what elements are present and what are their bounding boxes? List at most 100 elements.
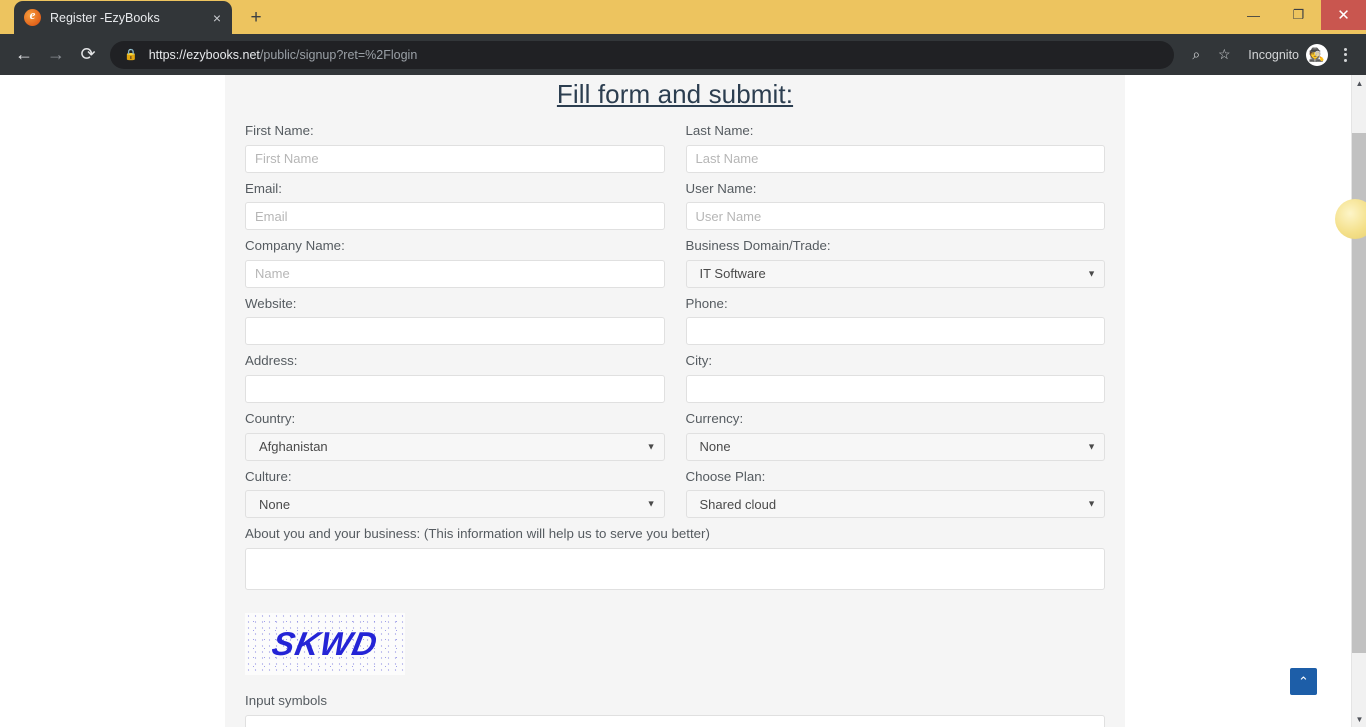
currency-select[interactable]: None ▼ bbox=[685, 432, 1105, 461]
form-row-email: Email: User Name: bbox=[245, 181, 1105, 239]
country-label: Country: bbox=[245, 411, 296, 427]
form-row-company: Company Name: Business Domain/Trade: IT … bbox=[245, 238, 1105, 296]
minimize-window-button[interactable]: — bbox=[1231, 0, 1276, 30]
toolbar-right-cluster: ⌕ ☆ Incognito 🕵 bbox=[1182, 41, 1358, 69]
reload-icon[interactable]: ⟳ bbox=[72, 39, 104, 71]
incognito-label: Incognito bbox=[1248, 47, 1299, 62]
form-row-country: Country: Afghanistan ▼ Currency: None ▼ bbox=[245, 411, 1105, 469]
browser-tab[interactable]: Register -EzyBooks × bbox=[14, 1, 232, 34]
about-label: About you and your business: (This infor… bbox=[245, 526, 710, 542]
last-name-label: Last Name: bbox=[685, 123, 754, 138]
chevron-down-icon: ▼ bbox=[1087, 498, 1096, 509]
url-origin: https://ezybooks.net bbox=[148, 47, 260, 62]
field-email: Email: bbox=[245, 181, 665, 231]
maximize-window-button[interactable]: ❐ bbox=[1276, 0, 1321, 30]
url-path: /public/signup?ret=%2Flogin bbox=[259, 47, 418, 62]
form-row-name: First Name: Last Name: bbox=[245, 123, 1105, 181]
chevron-down-icon: ▼ bbox=[646, 441, 656, 452]
field-symbols: Input symbols bbox=[245, 693, 1105, 727]
field-first-name: First Name: bbox=[245, 123, 665, 173]
currency-label: Currency: bbox=[685, 411, 744, 427]
close-tab-icon[interactable]: × bbox=[208, 9, 226, 27]
plan-label: Choose Plan: bbox=[685, 468, 766, 484]
field-plan: Choose Plan: Shared cloud ▼ bbox=[685, 468, 1105, 519]
scroll-down-arrow-icon[interactable]: ▼ bbox=[1352, 711, 1366, 727]
last-name-input[interactable] bbox=[685, 144, 1105, 173]
signup-form: First Name: Last Name: Email: bbox=[225, 110, 1125, 727]
page-viewport: Fill form and submit: First Name: Last N… bbox=[0, 75, 1366, 727]
about-textarea[interactable] bbox=[245, 547, 1105, 590]
website-input[interactable] bbox=[245, 317, 665, 346]
chevron-down-icon: ▼ bbox=[646, 498, 656, 509]
field-currency: Currency: None ▼ bbox=[685, 411, 1105, 461]
scroll-to-top-button[interactable]: ⌃ bbox=[1290, 668, 1317, 695]
window-controls: — ❐ ✕ bbox=[1231, 0, 1366, 30]
form-row-culture: Culture: None ▼ Choose Plan: Shared clou… bbox=[245, 469, 1105, 527]
field-business-domain: Business Domain/Trade: IT Software ▼ bbox=[685, 238, 1105, 288]
symbols-input[interactable] bbox=[245, 715, 1105, 727]
culture-value: None bbox=[259, 496, 291, 512]
culture-label: Culture: bbox=[245, 468, 292, 484]
scroll-up-arrow-icon[interactable]: ▲ bbox=[1352, 75, 1366, 91]
tab-title: Register -EzyBooks bbox=[50, 10, 160, 25]
currency-value: None bbox=[699, 439, 731, 455]
phone-input[interactable] bbox=[685, 317, 1105, 346]
close-window-button[interactable]: ✕ bbox=[1321, 0, 1366, 30]
first-name-input[interactable] bbox=[245, 144, 665, 173]
phone-label: Phone: bbox=[685, 295, 728, 311]
website-label: Website: bbox=[245, 295, 297, 311]
lock-icon: 🔒 bbox=[124, 49, 138, 61]
search-icon[interactable]: ⌕ bbox=[1182, 41, 1210, 69]
business-domain-value: IT Software bbox=[699, 266, 766, 282]
captcha-text: SKWD bbox=[269, 624, 382, 662]
browser-toolbar: ← → ⟳ 🔒 https://ezybooks.net/public/sign… bbox=[0, 34, 1366, 75]
field-culture: Culture: None ▼ bbox=[245, 469, 665, 519]
field-city: City: bbox=[685, 353, 1105, 404]
form-row-address: Address: City: bbox=[245, 353, 1105, 411]
user-name-input[interactable] bbox=[685, 202, 1105, 231]
country-select[interactable]: Afghanistan ▼ bbox=[245, 432, 665, 461]
field-address: Address: bbox=[245, 353, 665, 404]
city-input[interactable] bbox=[685, 375, 1105, 404]
email-label: Email: bbox=[245, 180, 282, 196]
symbols-label: Input symbols bbox=[245, 692, 328, 708]
company-name-label: Company Name: bbox=[245, 238, 345, 254]
first-name-label: First Name: bbox=[245, 123, 314, 138]
form-row-website: Website: Phone: bbox=[245, 296, 1105, 354]
country-value: Afghanistan bbox=[259, 439, 328, 455]
captcha-block: SKWD bbox=[245, 612, 1105, 675]
email-input[interactable] bbox=[245, 202, 665, 231]
tab-strip: Register -EzyBooks × + — ❐ ✕ bbox=[0, 0, 1366, 34]
address-label: Address: bbox=[245, 353, 298, 369]
ezybooks-favicon-icon bbox=[24, 7, 41, 26]
field-website: Website: bbox=[245, 296, 665, 346]
company-name-input[interactable] bbox=[245, 259, 665, 288]
culture-select[interactable]: None ▼ bbox=[245, 490, 665, 519]
chevron-down-icon: ▼ bbox=[1087, 441, 1096, 452]
field-phone: Phone: bbox=[685, 295, 1105, 346]
browser-window: Register -EzyBooks × + — ❐ ✕ ← → ⟳ 🔒 htt… bbox=[0, 0, 1366, 727]
captcha-image: SKWD bbox=[245, 612, 405, 675]
web-page: Fill form and submit: First Name: Last N… bbox=[0, 75, 1351, 727]
page-scrollbar[interactable]: ▲ ▼ bbox=[1351, 75, 1366, 727]
forward-icon[interactable]: → bbox=[40, 39, 72, 71]
browser-menu-icon[interactable] bbox=[1332, 41, 1358, 69]
city-label: City: bbox=[685, 353, 713, 369]
plan-select[interactable]: Shared cloud ▼ bbox=[685, 490, 1105, 519]
address-input[interactable] bbox=[245, 375, 665, 404]
signup-form-panel: Fill form and submit: First Name: Last N… bbox=[225, 75, 1125, 727]
business-domain-select[interactable]: IT Software ▼ bbox=[685, 259, 1105, 288]
address-bar[interactable]: 🔒 https://ezybooks.net/public/signup?ret… bbox=[110, 40, 1175, 69]
field-company-name: Company Name: bbox=[245, 238, 665, 288]
field-country: Country: Afghanistan ▼ bbox=[245, 411, 665, 461]
address-bar-url: https://ezybooks.net/public/signup?ret=%… bbox=[149, 48, 418, 62]
chevron-down-icon: ▼ bbox=[1087, 268, 1096, 279]
bookmark-star-icon[interactable]: ☆ bbox=[1210, 41, 1238, 69]
page-title: Fill form and submit: bbox=[556, 79, 794, 109]
field-user-name: User Name: bbox=[685, 181, 1105, 231]
business-domain-label: Business Domain/Trade: bbox=[685, 238, 831, 254]
new-tab-button[interactable]: + bbox=[242, 3, 270, 31]
plan-value: Shared cloud bbox=[699, 496, 777, 512]
incognito-avatar-icon[interactable]: 🕵 bbox=[1306, 43, 1328, 66]
back-icon[interactable]: ← bbox=[8, 39, 40, 71]
